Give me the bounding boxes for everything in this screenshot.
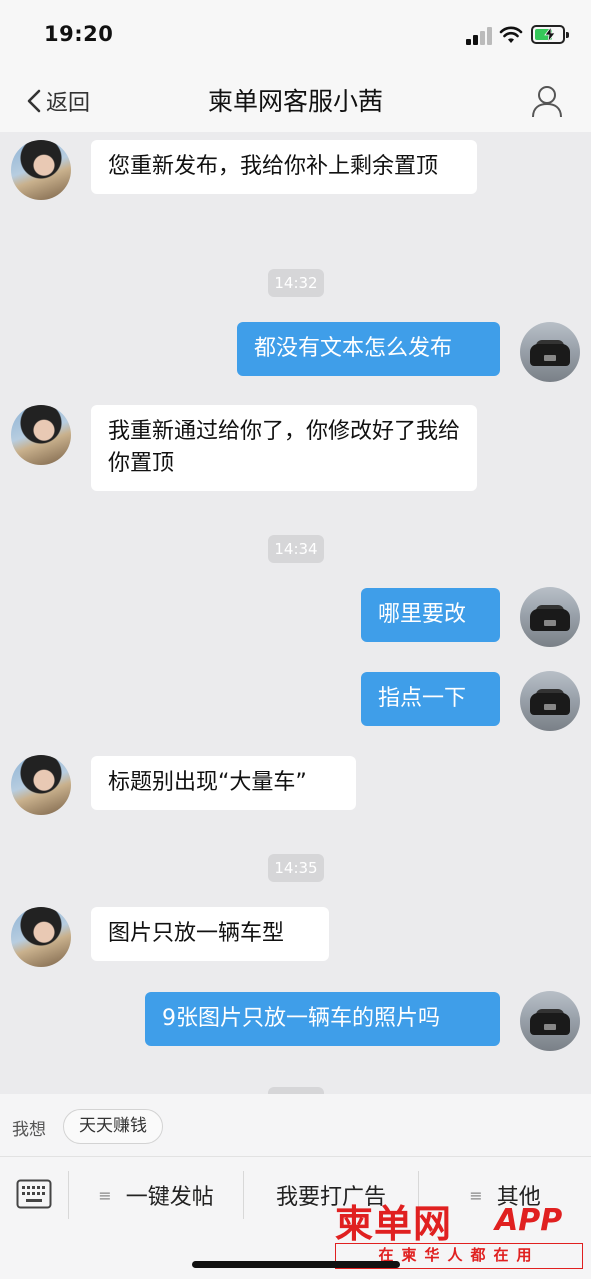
- menu-item-label: 我要打广告: [275, 1185, 386, 1210]
- message-bubble-incoming[interactable]: 我重新通过给你了，你修改好了我给你置顶: [91, 405, 477, 491]
- user-avatar[interactable]: [520, 587, 580, 647]
- status-time: 19:20: [44, 22, 114, 46]
- status-bar: 19:20: [0, 0, 591, 70]
- message-bubble-incoming[interactable]: 您重新发布，我给你补上剩余置顶: [91, 140, 477, 194]
- signal-icon: [466, 27, 493, 45]
- home-indicator[interactable]: [192, 1261, 400, 1268]
- agent-avatar[interactable]: [11, 755, 71, 815]
- timestamp-partial: [268, 1087, 324, 1094]
- menu-item-other[interactable]: ≡ 其他: [419, 1169, 591, 1221]
- nav-bar: 返回 柬单网客服小茜: [0, 70, 591, 132]
- wifi-icon: [499, 26, 523, 43]
- battery-charging-icon: [531, 25, 569, 44]
- menu-lines-icon: ≡: [98, 1185, 112, 1205]
- message-bubble-outgoing[interactable]: 9张图片只放一辆车的照片吗: [145, 992, 500, 1046]
- quick-reply-chip[interactable]: 天天赚钱: [63, 1109, 163, 1144]
- timestamp: 14:35: [268, 854, 324, 882]
- message-bubble-outgoing[interactable]: 指点一下: [361, 672, 500, 726]
- user-avatar[interactable]: [520, 671, 580, 731]
- agent-avatar[interactable]: [11, 907, 71, 967]
- menu-item-advertise[interactable]: 我要打广告: [244, 1169, 418, 1221]
- menu-item-label: 一键发帖: [125, 1185, 214, 1210]
- user-profile-icon[interactable]: [530, 84, 564, 118]
- message-bubble-incoming[interactable]: 图片只放一辆车型: [91, 907, 329, 961]
- menu-item-post[interactable]: ≡ 一键发帖: [69, 1169, 243, 1221]
- agent-avatar[interactable]: [11, 140, 71, 200]
- message-bubble-outgoing[interactable]: 都没有文本怎么发布: [237, 322, 500, 376]
- menu-item-label: 其他: [496, 1185, 541, 1210]
- chat-title: 柬单网客服小茜: [207, 87, 383, 116]
- keyboard-icon[interactable]: [16, 1179, 52, 1209]
- chat-messages[interactable]: 您重新发布，我给你补上剩余置顶 14:32 都没有文本怎么发布 我重新通过给你了…: [0, 132, 591, 1094]
- message-bubble-incoming[interactable]: 标题别出现“大量车”: [91, 756, 356, 810]
- message-bubble-outgoing[interactable]: 哪里要改: [361, 588, 500, 642]
- quick-reply-label: 我想: [12, 1120, 46, 1140]
- user-avatar[interactable]: [520, 322, 580, 382]
- timestamp: 14:34: [268, 535, 324, 563]
- user-avatar[interactable]: [520, 991, 580, 1051]
- menu-lines-icon: ≡: [469, 1185, 483, 1205]
- agent-avatar[interactable]: [11, 405, 71, 465]
- quick-reply-bar: 我想 天天赚钱: [0, 1094, 591, 1156]
- timestamp: 14:32: [268, 269, 324, 297]
